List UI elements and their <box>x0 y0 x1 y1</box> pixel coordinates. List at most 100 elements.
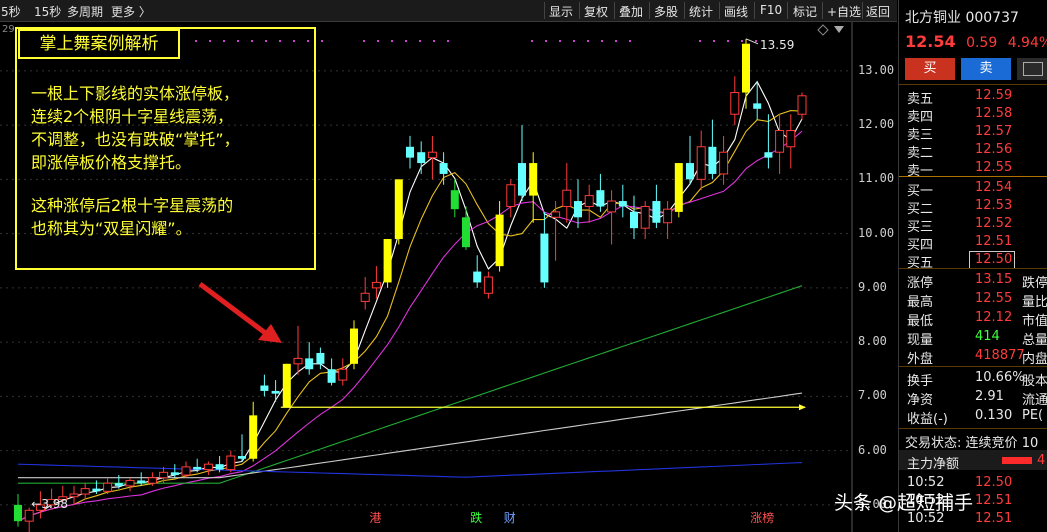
row-value: 12.58 <box>975 106 1013 121</box>
row-value: 12.55 <box>975 291 1013 306</box>
current-price: 12.54 <box>905 32 956 51</box>
candle-body <box>439 163 448 174</box>
annotation-title: 掌上舞案例解析 <box>18 29 180 59</box>
row-label: 卖二 <box>907 146 934 161</box>
marker-dot <box>363 40 365 42</box>
row-value: 12.52 <box>975 216 1013 231</box>
marker-dot <box>545 40 547 42</box>
marker-dot <box>447 40 449 42</box>
sell-level-row: 卖三 12.57 <box>907 124 1047 143</box>
row-extra-label: PE( <box>1022 408 1044 423</box>
adjust-button[interactable]: 复权 <box>584 3 608 20</box>
add-watchlist-button[interactable]: +自选 <box>827 3 861 20</box>
candle-body <box>394 179 403 240</box>
low-label: ←3.98 <box>31 497 68 511</box>
candle-body <box>786 130 796 148</box>
row-label: 换手 <box>907 374 934 389</box>
stock-code: 000737 <box>965 10 1019 26</box>
event-marker[interactable]: 财 <box>504 509 516 526</box>
f10-button[interactable]: F10 <box>760 3 782 17</box>
stat-row: 收益(-) 0.130 PE( <box>907 408 1047 427</box>
candle-body <box>327 369 336 383</box>
candle-body <box>797 95 807 115</box>
period-15s-button[interactable]: 15秒 <box>34 3 61 20</box>
candle-body <box>282 363 291 408</box>
row-value: 12.51 <box>975 493 1013 508</box>
candle-body <box>159 471 169 479</box>
marker-dot <box>699 40 701 42</box>
display-button[interactable]: 显示 <box>549 3 573 20</box>
candle-body <box>652 201 661 223</box>
row-extra-label: 量比 <box>1022 295 1047 310</box>
event-marker[interactable]: 涨榜 <box>750 509 774 526</box>
candle-body <box>708 146 717 174</box>
marker-dot <box>321 40 323 42</box>
mark-button[interactable]: 标记 <box>793 3 817 20</box>
buy-button[interactable]: 买 <box>905 58 955 80</box>
event-marker[interactable]: 港 <box>369 509 381 526</box>
candle-body <box>753 103 762 109</box>
candle-body <box>226 455 236 471</box>
row-value: 13.15 <box>975 272 1013 287</box>
candle-body <box>630 211 638 229</box>
marker-dot <box>755 40 757 42</box>
price-change: 0.59 <box>966 35 998 51</box>
candle-body <box>663 208 673 224</box>
stat-row: 换手 10.66% 股本 <box>907 370 1047 389</box>
candle-body <box>483 276 493 294</box>
sell-level-row: 卖二 12.56 <box>907 142 1047 161</box>
row-label: 涨停 <box>907 276 934 291</box>
price-tick-label: 6.00 <box>858 442 887 457</box>
row-value: 10.66% <box>975 370 1025 385</box>
marker-dot <box>615 40 617 42</box>
candle-body <box>271 390 280 394</box>
row-label: 买三 <box>907 220 934 235</box>
candle-body <box>696 146 706 180</box>
chart-corner-label: 29 <box>2 24 15 35</box>
ma-line-120 <box>17 462 803 478</box>
more-button[interactable]: 更多 〉 <box>111 3 151 20</box>
price-tick-label: 10.00 <box>858 225 895 240</box>
support-line-arrow <box>799 404 806 411</box>
candle-body <box>406 146 414 158</box>
candle-body <box>193 466 202 470</box>
stat-row: 涨停 13.15 跌停 <box>907 272 1047 291</box>
candle-body <box>607 200 617 213</box>
row-extra-label: 总量 <box>1022 333 1047 348</box>
back-button[interactable]: 返回 <box>866 3 890 20</box>
candle-body <box>350 328 358 364</box>
candle-body <box>69 493 79 498</box>
buy-level-row: 买一 12.54 <box>907 180 1047 199</box>
annotation-line: 即涨停板价格支撑托。 <box>31 153 192 172</box>
multi-period-button[interactable]: 多周期 <box>67 3 103 20</box>
stock-name-row: 北方铜业 000737 <box>905 7 1019 27</box>
annotation-line <box>31 174 316 194</box>
event-marker[interactable]: 跌 <box>470 509 482 526</box>
diamond-icon <box>817 24 829 36</box>
candle-body <box>147 477 157 484</box>
candle-body <box>92 488 101 492</box>
overlay-button[interactable]: 叠加 <box>619 3 643 20</box>
row-label: 现量 <box>907 333 934 348</box>
multi-stock-button[interactable]: 多股 <box>654 3 678 20</box>
price-change-pct: 4.94% <box>1007 35 1047 51</box>
candle-body <box>427 151 437 159</box>
sell-button[interactable]: 卖 <box>961 58 1011 80</box>
period-5s-button[interactable]: 5秒 <box>1 3 21 20</box>
marker-dot <box>377 40 379 42</box>
row-value: 12.51 <box>975 511 1013 526</box>
stat-row: 净资 2.91 流通 <box>907 389 1047 408</box>
candle-body <box>450 190 459 210</box>
marker-dot <box>713 40 715 42</box>
draw-line-button[interactable]: 画线 <box>724 3 748 20</box>
buy-level-row: 买二 12.53 <box>907 198 1047 217</box>
stock-name: 北方铜业 <box>905 10 961 26</box>
annotation-text: 一根上下影线的实体涨停板， 连续2个根阴十字星线震荡， 不调整，也没有跌破“掌托”，… <box>31 82 316 240</box>
more-trade-button[interactable] <box>1017 58 1047 80</box>
row-label: 卖四 <box>907 110 934 125</box>
main-flow-bar <box>1002 457 1032 464</box>
row-value: 0.130 <box>975 408 1013 423</box>
statistics-button[interactable]: 统计 <box>689 3 713 20</box>
marker-dot <box>629 40 631 42</box>
row-value: 12.56 <box>975 142 1013 157</box>
